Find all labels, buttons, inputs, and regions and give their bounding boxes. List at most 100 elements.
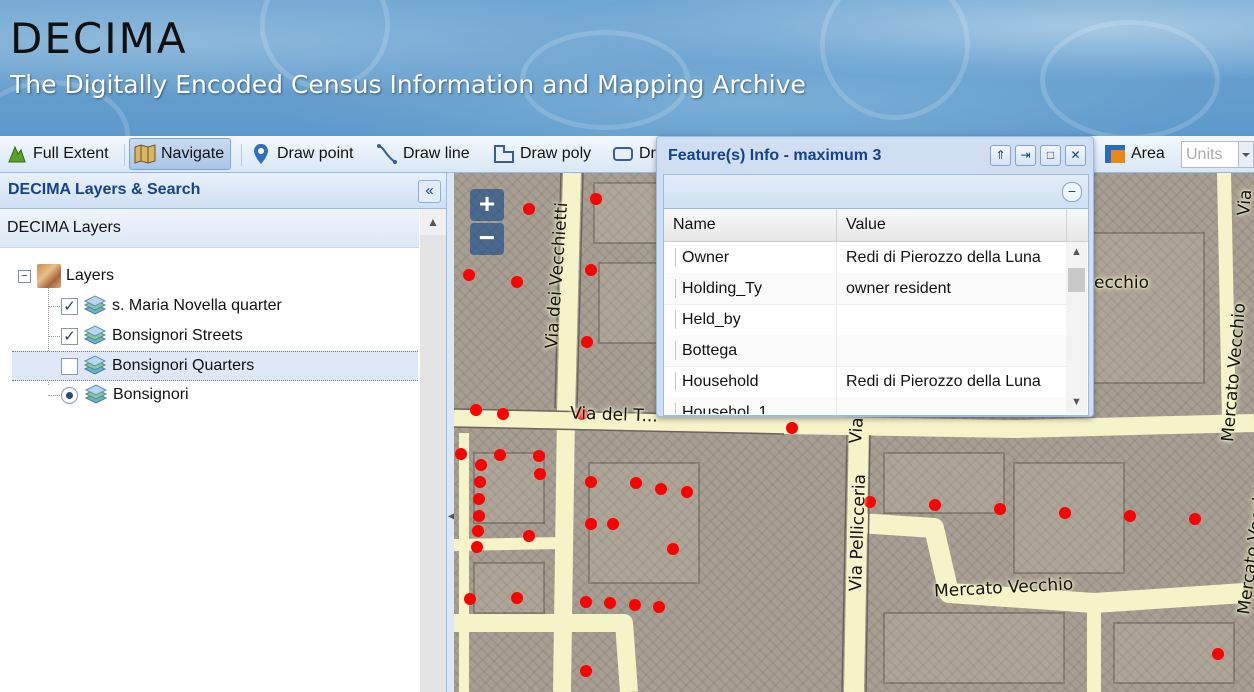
attribute-grid-rows: Owner Redi di Pierozzo della Luna Holdin…	[664, 242, 1066, 414]
layer-label: s. Maria Novella quarter	[112, 297, 282, 314]
navigate-button[interactable]: Navigate	[129, 138, 232, 170]
draw-line-label: Draw line	[403, 145, 470, 162]
feature-point[interactable]	[653, 601, 665, 613]
feature-point[interactable]	[523, 203, 535, 215]
feature-point[interactable]	[474, 476, 486, 488]
column-header-name[interactable]: Name	[673, 216, 716, 234]
feature-point[interactable]	[580, 596, 592, 608]
panel-splitter[interactable]: ◀	[447, 173, 456, 692]
feature-point[interactable]	[475, 459, 487, 471]
feature-point[interactable]	[455, 448, 467, 460]
draw-line-button[interactable]: Draw line	[376, 140, 470, 168]
feature-point[interactable]	[630, 477, 642, 489]
tree-item-bonsignori-quarters[interactable]: Bonsignori Quarters	[12, 351, 418, 381]
collapse-node-icon[interactable]: −	[18, 269, 31, 283]
feature-point[interactable]	[523, 530, 535, 542]
feature-point[interactable]	[464, 593, 476, 605]
scroll-up-icon[interactable]: ▲	[1071, 246, 1082, 258]
feature-point[interactable]	[511, 592, 523, 604]
feature-point[interactable]	[629, 599, 641, 611]
feature-point[interactable]	[473, 510, 485, 522]
table-row[interactable]: Owner Redi di Pierozzo della Luna	[664, 242, 1066, 274]
zoom-in-button[interactable]: +	[470, 189, 504, 221]
scroll-thumb[interactable]	[1068, 268, 1085, 292]
feature-point[interactable]	[585, 264, 597, 276]
tree-item-bonsignori-streets[interactable]: ✓ Bonsignori Streets	[61, 322, 243, 350]
feature-point[interactable]	[585, 476, 597, 488]
feature-point[interactable]	[497, 408, 509, 420]
collapse-section-button[interactable]: −	[1062, 182, 1082, 202]
minus-icon: −	[1067, 183, 1077, 199]
table-row[interactable]: Holding_Ty owner resident	[664, 273, 1066, 305]
attribute-grid-header: Name Value	[664, 209, 1088, 242]
chevron-down-icon[interactable]	[1238, 142, 1253, 167]
area-button[interactable]: Area	[1104, 140, 1165, 168]
feature-point[interactable]	[786, 422, 798, 434]
attribute-grid-scrollbar[interactable]: ▲ ▼	[1066, 242, 1087, 414]
pin-icon: ⇥	[1020, 148, 1031, 162]
zoom-out-button[interactable]: −	[470, 223, 504, 255]
scroll-up-icon[interactable]: ▲	[420, 209, 446, 235]
feature-point[interactable]	[533, 450, 545, 462]
feature-info-section-bar: −	[664, 175, 1088, 209]
close-window-button[interactable]: ✕	[1065, 145, 1086, 166]
close-icon: ✕	[1070, 148, 1081, 162]
feature-info-body: − Name Value Owner Redi di Pierozzo dell…	[663, 174, 1089, 416]
layers-scrollbar[interactable]: ▲	[420, 209, 446, 692]
feature-point[interactable]	[1212, 648, 1224, 660]
feature-point[interactable]	[1189, 513, 1201, 525]
full-extent-button[interactable]: Full Extent	[6, 140, 109, 168]
table-row[interactable]: Household Redi di Pierozzo della Luna	[664, 366, 1066, 398]
feature-point[interactable]	[604, 597, 616, 609]
feature-point[interactable]	[681, 486, 693, 498]
feature-point[interactable]	[494, 449, 506, 461]
tree-item-bonsignori[interactable]: Bonsignori	[61, 381, 189, 409]
layer-checkbox[interactable]	[61, 357, 78, 375]
feature-point[interactable]	[473, 493, 485, 505]
feature-point[interactable]	[1124, 510, 1136, 522]
table-row[interactable]: Bottega	[664, 335, 1066, 367]
feature-point[interactable]	[581, 336, 593, 348]
scroll-down-icon[interactable]: ▼	[1071, 396, 1082, 408]
feature-point[interactable]	[534, 468, 546, 480]
units-select[interactable]: Units	[1181, 141, 1254, 168]
feature-point[interactable]	[511, 276, 523, 288]
table-row[interactable]: Held_by	[664, 304, 1066, 336]
feature-point[interactable]	[1059, 507, 1071, 519]
feature-point[interactable]	[580, 665, 592, 677]
layer-checkbox[interactable]: ✓	[61, 297, 78, 315]
collapse-window-button[interactable]: ⇑	[990, 145, 1011, 166]
feature-point[interactable]	[463, 269, 475, 281]
draw-poly-button[interactable]: Draw poly	[493, 140, 591, 168]
banner-title: DECIMA	[10, 14, 188, 63]
feature-point[interactable]	[994, 503, 1006, 515]
layers-folder-icon	[37, 264, 61, 288]
layer-checkbox[interactable]: ✓	[61, 327, 78, 345]
feature-point[interactable]	[585, 518, 597, 530]
map-icon	[134, 143, 156, 165]
feature-point[interactable]	[472, 525, 484, 537]
layer-radio[interactable]	[61, 386, 78, 404]
column-header-value[interactable]: Value	[846, 216, 886, 234]
draw-shape-button[interactable]: Dr	[612, 140, 656, 168]
feature-point[interactable]	[590, 193, 602, 205]
feature-point[interactable]	[929, 499, 941, 511]
layers-section-header[interactable]: DECIMA Layers	[0, 209, 419, 248]
feature-point[interactable]	[471, 541, 483, 553]
area-icon	[1104, 143, 1126, 165]
maximize-window-button[interactable]: □	[1040, 145, 1061, 166]
collapse-panel-button[interactable]: «	[418, 180, 441, 203]
feature-point[interactable]	[667, 543, 679, 555]
layer-stack-icon	[83, 325, 107, 345]
feature-point[interactable]	[655, 483, 667, 495]
feature-point[interactable]	[607, 518, 619, 530]
feature-info-window[interactable]: Feature(s) Info - maximum 3 ⇑ ⇥ □ ✕ − Na…	[656, 136, 1094, 417]
tree-item-maria-novella[interactable]: ✓ s. Maria Novella quarter	[61, 292, 282, 320]
layers-panel-header: DECIMA Layers & Search «	[0, 173, 446, 209]
polygon-icon	[493, 143, 515, 165]
draw-point-button[interactable]: Draw point	[250, 140, 353, 168]
table-row[interactable]: Househol_1	[664, 397, 1066, 414]
pin-window-button[interactable]: ⇥	[1015, 145, 1036, 166]
feature-point[interactable]	[470, 404, 482, 416]
tree-node-layers[interactable]: − Layers	[18, 262, 114, 290]
